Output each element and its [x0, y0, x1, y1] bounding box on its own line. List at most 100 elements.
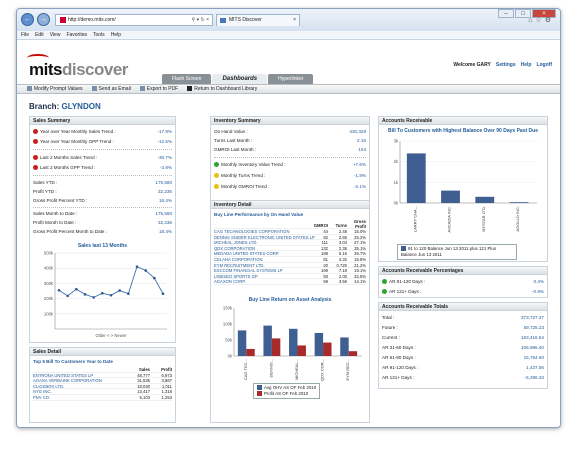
ar-pct-row: AR 91-120 Days : 0.4% — [382, 278, 544, 285]
tab-hyperlinker[interactable]: Hyperlinker — [268, 74, 314, 84]
figure-label: Sales Month to Date : — [33, 211, 78, 216]
figure-label: Gross Profit Percent YTD : — [33, 198, 88, 203]
legend-swatch — [257, 385, 262, 391]
return-library-button[interactable]: Return to Dashboard Library — [187, 85, 257, 93]
sales-series-line — [58, 266, 164, 298]
data-point — [101, 291, 104, 295]
table-header: GMROI Turns Gross Profit — [214, 219, 366, 229]
menu-edit[interactable]: Edit — [35, 32, 44, 38]
ar-percentages-panel: Accounts Receivable Percentages AR 91-12… — [378, 266, 548, 298]
total-label: AR 61-90 Days : — [382, 355, 416, 360]
web-page: mitsdiscover Flash Screen Dashboards Hyp… — [17, 40, 560, 427]
logoff-link[interactable]: Logoff — [536, 62, 552, 68]
gmroi-cell: 59 — [323, 279, 328, 285]
search-refresh-icon[interactable]: ⚲ ▾ ↻ × — [192, 15, 209, 25]
edit-icon — [27, 86, 32, 92]
modify-prompt-label: Modify Prompt Values — [34, 86, 83, 92]
data-point — [92, 296, 95, 299]
ar-chart-title: Bill To Customers with Highest Balance O… — [388, 128, 538, 134]
gear-icon[interactable]: ⚙ — [545, 17, 554, 24]
inventory-summary-title: Inventory Summary — [211, 117, 369, 125]
total-value: 373,727.27 — [521, 315, 544, 320]
sales-trend-row: Year over Year Monthly GPP Trend : -12.5% — [33, 138, 172, 145]
tab-flash-screen[interactable]: Flash Screen — [162, 74, 212, 84]
col-turns: Turns — [335, 223, 347, 228]
inventory-trend-row: Monthly Turns Trend : -1.8% — [214, 172, 366, 179]
menu-help[interactable]: Help — [111, 32, 121, 38]
figure-value: 18.4% — [158, 198, 172, 203]
user-header: Welcome GARY Settings Help Logoff — [453, 62, 552, 68]
ar-bar — [475, 196, 495, 203]
data-point — [161, 292, 165, 296]
total-value: -5,296.33 — [524, 375, 544, 380]
y-tick-label: 2k — [394, 159, 399, 164]
col-gmroi: GMROI — [313, 223, 328, 228]
table-row: AGAXON CORP. 59 3.56 14.1% — [214, 279, 366, 285]
help-link[interactable]: Help — [521, 62, 532, 68]
browser-titlebar: ← → http://demo.mits.com/ ⚲ ▾ ↻ × MITS Di… — [17, 9, 560, 31]
inventory-figure-row: Turns Last Month : 2.15 — [214, 137, 366, 144]
back-icon[interactable]: ← — [21, 13, 34, 26]
status-red-icon — [33, 129, 38, 135]
browser-menubar: File Edit View Favorites Tools Help — [17, 31, 560, 40]
trend-value: -2.1% — [353, 184, 366, 189]
app-tabs: Flash Screen Dashboards Hyperlinker — [162, 74, 314, 84]
forward-icon[interactable]: → — [37, 13, 50, 26]
y-tick-label: 100k — [44, 311, 54, 316]
divider — [33, 207, 172, 208]
sales-detail-subtitle: Top 5 Bill To Customers Year to Date — [33, 359, 113, 364]
url-text: http://demo.mits.com/ — [68, 17, 116, 23]
ar-panel: Accounts Receivable Bill To Customers wi… — [378, 116, 548, 262]
bar-profit — [323, 342, 332, 356]
customer-link[interactable]: PNV CO. — [33, 395, 141, 401]
menu-tools[interactable]: Tools — [93, 32, 105, 38]
ar-total-row: Future : 59,725.23 — [382, 324, 544, 331]
pct-label: AR 121+ Days : — [389, 289, 422, 294]
menu-view[interactable]: View — [50, 32, 61, 38]
browser-tab[interactable]: MITS Discover × — [216, 14, 300, 26]
total-label: Current : — [382, 335, 400, 340]
close-tab-icon[interactable]: × — [293, 15, 296, 26]
star-icon[interactable]: ☆ — [535, 17, 544, 24]
ar-bar — [406, 153, 426, 203]
x-tick-label: AGOLLO INC. — [515, 206, 520, 232]
minimize-icon[interactable]: – — [498, 9, 514, 18]
branch-value: GLYNDON — [61, 102, 101, 111]
figure-label: GMROI Last Month : — [214, 147, 257, 152]
figure-label: On Hand Value : — [214, 129, 248, 134]
send-email-button[interactable]: Send as Email — [91, 85, 131, 93]
address-bar[interactable]: http://demo.mits.com/ ⚲ ▾ ↻ × — [55, 14, 213, 26]
buy-line-link[interactable]: AGAXON CORP. — [214, 279, 322, 285]
mits-logo: mitsdiscover — [27, 54, 128, 80]
bar-profit — [246, 348, 255, 356]
library-icon — [187, 86, 193, 92]
x-tick-label: MICHEAL... — [294, 359, 299, 380]
legend-item-profit: Profit AS OF Feb 2010 — [257, 391, 316, 397]
y-tick-label: 50k — [225, 338, 233, 343]
turns-cell: 3.56 — [338, 279, 347, 285]
status-yellow-icon — [214, 184, 219, 190]
data-point — [109, 293, 113, 297]
sales-cell: 5,103 — [139, 394, 150, 400]
tab-dashboards[interactable]: Dashboards — [212, 74, 268, 84]
figure-value: 32,236 — [157, 189, 172, 194]
sales-summary-panel: Sales Summary Year over Year Monthly Sal… — [29, 116, 176, 343]
modify-prompt-button[interactable]: Modify Prompt Values — [27, 85, 83, 93]
branch-label: Branch: — [29, 102, 60, 111]
divider — [33, 149, 172, 150]
ar-total-row: AR 121+ Days : -5,296.33 — [382, 374, 544, 381]
menu-favorites[interactable]: Favorites — [66, 32, 87, 38]
bar-ohv — [237, 330, 247, 356]
sales-figure-row: Sales YTD : 175,580 — [33, 179, 172, 186]
menu-file[interactable]: File — [21, 32, 29, 38]
total-label: Total : — [382, 315, 395, 320]
y-tick-label: 100k — [223, 322, 233, 327]
export-pdf-button[interactable]: Export to PDF — [139, 85, 178, 93]
trend-label: Monthly GMROI Trend : — [221, 184, 270, 189]
total-label: Future : — [382, 325, 398, 330]
x-tick-label: EYM REC... — [345, 359, 350, 381]
pct-value: -0.9% — [531, 289, 544, 294]
settings-link[interactable]: Settings — [496, 62, 516, 68]
tab-title: MITS Discover — [229, 17, 262, 23]
logo-text-a: mits — [29, 60, 62, 79]
